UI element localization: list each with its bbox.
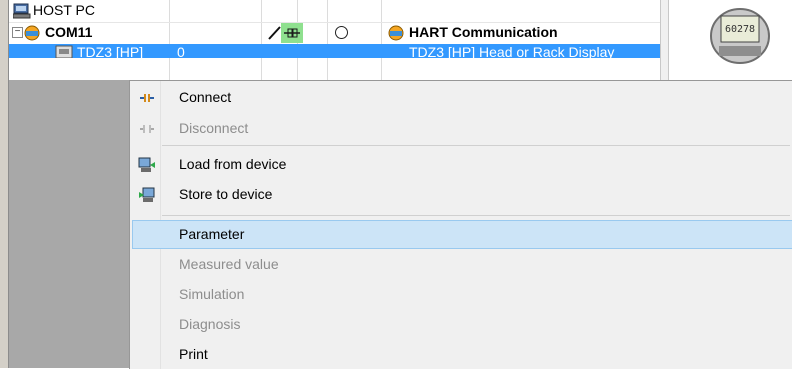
load-from-device-icon [138,157,155,172]
menu-item-diagnosis[interactable]: Diagnosis [132,310,792,339]
tree-status-hart: HART Communication [409,24,558,40]
menu-label-store-to-device: Store to device [179,186,273,202]
head-display-device-image: 60278 [710,8,770,64]
computer-icon [13,3,31,19]
menu-item-simulation[interactable]: Simulation [132,280,792,309]
project-tree: HOST PC − COM11 HART Communication TDZ3 … [9,0,667,80]
status-radio-icon [335,26,348,39]
window-frame-left [0,0,9,368]
menu-label-disconnect: Disconnect [179,120,249,136]
tree-row-com11[interactable]: − COM11 HART Communication [9,22,667,45]
menu-item-parameter[interactable]: Parameter [132,220,792,249]
menu-label-measured-value: Measured value [179,256,279,272]
menu-item-load-from-device[interactable]: Load from device [132,150,792,179]
menu-item-measured-value[interactable]: Measured value [132,250,792,279]
connected-status-cell [281,23,303,43]
disconnect-icon [140,125,154,133]
menu-label-simulation: Simulation [179,286,245,302]
menu-label-parameter: Parameter [179,226,245,242]
collapse-icon[interactable]: − [12,27,23,38]
menu-item-store-to-device[interactable]: Store to device [132,180,792,209]
device-icon [55,45,73,58]
context-menu: Connect Disconnect Load from device Stor… [129,80,792,369]
hart-modem-icon [388,25,404,41]
device-image-panel: 60278 [668,0,792,80]
tree-label-com11: COM11 [45,24,93,40]
empty-tree-area [9,80,129,368]
hart-modem-icon [24,25,40,41]
device-display-readout: 60278 [725,24,755,35]
tree-desc-tdz3: TDZ3 [HP] Head or Rack Display [409,44,615,58]
menu-item-disconnect[interactable]: Disconnect [132,114,792,143]
menu-label-connect: Connect [179,89,232,105]
menu-label-print: Print [179,346,208,362]
tree-label-tdz3: TDZ3 [HP] [77,44,144,58]
menu-label-diagnosis: Diagnosis [179,316,241,332]
menu-separator [162,145,790,146]
connection-plug-icon [284,28,300,38]
menu-item-print[interactable]: Print [132,340,792,369]
connect-icon [140,94,154,102]
tree-row-tdz3[interactable]: TDZ3 [HP] 0 TDZ3 [HP] Head or Rack Displ… [9,44,667,58]
store-to-device-icon [139,187,155,202]
tree-row-host-pc[interactable]: HOST PC [9,0,667,23]
menu-item-connect[interactable]: Connect [132,83,792,112]
tree-value-tdz3: 0 [177,44,185,58]
menu-label-load-from-device: Load from device [179,156,287,172]
menu-separator [162,215,790,216]
tree-label-host-pc: HOST PC [33,2,95,18]
